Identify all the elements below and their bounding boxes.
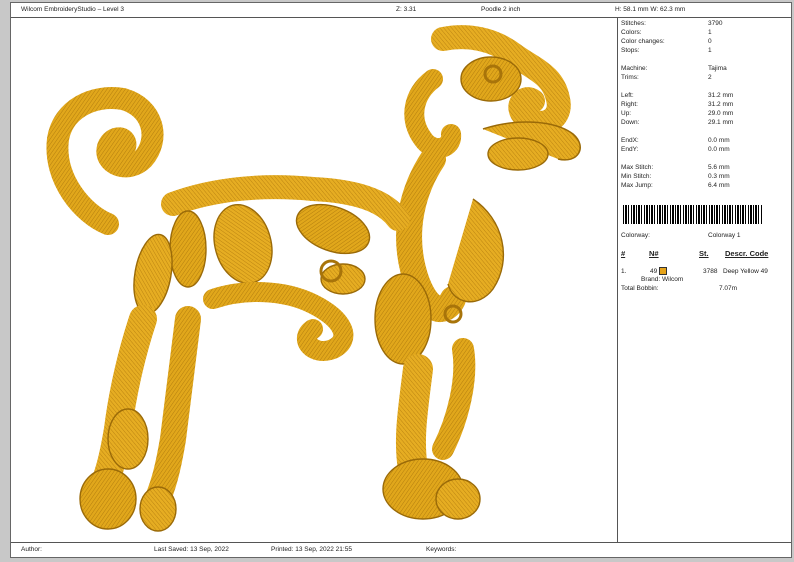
stat-value: 0.0 mm xyxy=(708,146,730,153)
stat-label: Right: xyxy=(621,101,638,108)
stat-label: Up: xyxy=(621,110,632,117)
thread-description: Deep Yellow 49 xyxy=(723,268,768,275)
thread-index: 1. xyxy=(621,268,627,275)
stat-row: Colors: 1 xyxy=(621,29,791,38)
stat-value: 29.1 mm xyxy=(708,119,734,126)
col-header-index: # xyxy=(621,249,626,258)
stat-value: 6.4 mm xyxy=(708,182,730,189)
stat-row: EndY: 0.0 mm xyxy=(621,146,791,155)
zoom-level: Z: 3.31 xyxy=(396,6,417,13)
stat-label: Max Jump: xyxy=(621,182,653,189)
stat-value: Tajima xyxy=(708,65,727,72)
stat-row: EndX: 0.0 mm xyxy=(621,137,791,146)
embroidery-design-area xyxy=(13,19,617,543)
stat-value: 29.0 mm xyxy=(708,110,734,117)
stat-row: Max Jump: 6.4 mm xyxy=(621,182,791,191)
stat-row: Color changes: 0 xyxy=(621,38,791,47)
stat-value: 31.2 mm xyxy=(708,101,734,108)
bobbin-row: Total Bobbin: 7.07m xyxy=(621,285,791,294)
stat-label: Colors: xyxy=(621,29,642,36)
stat-label: Min Stitch: xyxy=(621,173,652,180)
stat-value: 5.6 mm xyxy=(708,164,730,171)
thread-color-swatch xyxy=(659,267,667,275)
app-title: Wilcom EmbroideryStudio – Level 3 xyxy=(21,6,124,13)
stat-label: Machine: xyxy=(621,65,648,72)
stat-row: Trims: 2 xyxy=(621,74,791,83)
stat-label: Trims: xyxy=(621,74,639,81)
stat-label: Stitches: xyxy=(621,20,646,27)
bobbin-label: Total Bobbin: xyxy=(621,285,659,292)
stat-row: Stitches: 3790 xyxy=(621,20,791,29)
stat-label: EndX: xyxy=(621,137,639,144)
col-header-descr-code: Descr. Code xyxy=(725,249,769,258)
stat-value: 0 xyxy=(708,38,712,45)
poodle-embroidery-image xyxy=(46,25,581,532)
stat-row: Left: 31.2 mm xyxy=(621,92,791,101)
stat-value: 2 xyxy=(708,74,712,81)
bobbin-value: 7.07m xyxy=(719,285,738,292)
author-label: Author: xyxy=(21,546,42,553)
stat-label: Max Stitch: xyxy=(621,164,654,171)
stat-row: Machine: Tajima xyxy=(621,65,791,74)
poodle-shapes xyxy=(46,25,581,532)
stat-label: Color changes: xyxy=(621,38,665,45)
design-dimensions: H: 58.1 mm W: 62.3 mm xyxy=(615,6,686,13)
stat-value: 3790 xyxy=(708,20,723,27)
design-name: Poodle 2 inch xyxy=(481,6,521,13)
stat-value: 1 xyxy=(708,29,712,36)
thread-stitches: 3788 xyxy=(703,268,718,275)
stat-row: Max Stitch: 5.6 mm xyxy=(621,164,791,173)
col-header-n: N# xyxy=(649,249,659,258)
col-header-stitches: St. xyxy=(699,249,709,258)
thread-number: 49 xyxy=(650,268,658,275)
stat-row: Stops: 1 xyxy=(621,47,791,56)
stat-value: 0.0 mm xyxy=(708,137,730,144)
stat-label: EndY: xyxy=(621,146,639,153)
last-saved: Last Saved: 13 Sep, 2022 xyxy=(154,546,229,553)
colorway-label: Colorway: xyxy=(621,232,650,239)
design-info-panel: Stitches: 3790 Colors: 1 Color changes: 0 Stop… xyxy=(621,20,791,540)
stat-row: Right: 31.2 mm xyxy=(621,101,791,110)
thread-brand: Brand: Wilcom xyxy=(641,276,684,283)
stat-row: Up: 29.0 mm xyxy=(621,110,791,119)
print-preview-sheet: Wilcom EmbroideryStudio – Level 3 Z: 3.3… xyxy=(10,2,792,558)
stat-value: 1 xyxy=(708,47,712,54)
header-bar: Wilcom EmbroideryStudio – Level 3 Z: 3.3… xyxy=(11,3,791,18)
stat-value: 0.3 mm xyxy=(708,173,730,180)
barcode xyxy=(623,205,763,224)
stat-row: Min Stitch: 0.3 mm xyxy=(621,173,791,182)
colorway-value: Colorway 1 xyxy=(708,232,741,239)
printed-date: Printed: 13 Sep, 2022 21:55 xyxy=(271,546,352,553)
stat-value: 31.2 mm xyxy=(708,92,734,99)
panel-divider xyxy=(617,17,618,543)
stat-label: Left: xyxy=(621,92,634,99)
stat-label: Down: xyxy=(621,119,640,126)
stat-label: Stops: xyxy=(621,47,640,54)
keywords-label: Keywords: xyxy=(426,546,457,553)
footer-bar: Author: Last Saved: 13 Sep, 2022 Printed… xyxy=(11,542,791,557)
colorway-row: Colorway: Colorway 1 xyxy=(621,232,791,241)
stat-row: Down: 29.1 mm xyxy=(621,119,791,128)
